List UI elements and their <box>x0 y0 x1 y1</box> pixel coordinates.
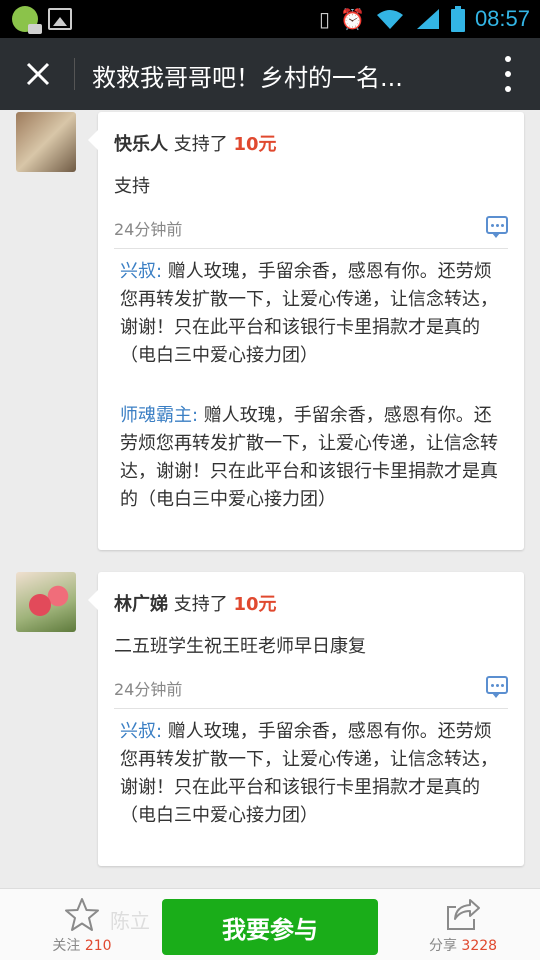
support-action: 支持了 <box>168 134 234 155</box>
star-icon <box>65 898 99 931</box>
share-label: 分享 3228 <box>428 938 498 954</box>
divider <box>114 248 508 249</box>
follow-label: 关注 210 <box>52 938 112 954</box>
vibrate-icon: ▯ <box>319 7 331 31</box>
support-list[interactable]: 快乐人 支持了 10元 支持 24分钟前 兴叔: 赠人玫瑰，手留余香，感恩有你。… <box>0 110 540 888</box>
avatar[interactable] <box>16 572 76 632</box>
support-message: 二五班学生祝王旺老师早日康复 <box>114 636 366 657</box>
support-amount: 10元 <box>233 594 277 615</box>
wechat-notification-icon <box>12 6 42 34</box>
comment-icon[interactable] <box>486 216 508 238</box>
clock: 08:57 <box>474 6 530 31</box>
support-header: 快乐人 支持了 10元 <box>114 130 277 156</box>
list-item: 林广娣 支持了 10元 二五班学生祝王旺老师早日康复 24分钟前 兴叔: 赠人玫… <box>0 572 540 872</box>
reply-author[interactable]: 兴叔: <box>120 261 162 282</box>
follow-button[interactable]: 关注 210 <box>46 895 118 957</box>
bottom-action-bar: 陈立 关注 210 我要参与 分享 3228 <box>0 888 540 960</box>
reply[interactable]: 兴叔: 赠人玫瑰，手留余香，感恩有你。还劳烦您再转发扩散一下，让爱心传递，让信念… <box>120 718 504 830</box>
page-title: 救救我哥哥吧！乡村的一名... <box>92 64 403 92</box>
support-header: 林广娣 支持了 10元 <box>114 590 277 616</box>
timestamp: 24分钟前 <box>114 680 183 699</box>
support-card: 快乐人 支持了 10元 支持 24分钟前 兴叔: 赠人玫瑰，手留余香，感恩有你。… <box>88 112 524 550</box>
divider <box>114 708 508 709</box>
support-action: 支持了 <box>168 594 234 615</box>
close-button[interactable] <box>18 54 58 94</box>
supporter-name[interactable]: 林广娣 <box>114 594 168 615</box>
support-message: 支持 <box>114 176 150 197</box>
list-item: 快乐人 支持了 10元 支持 24分钟前 兴叔: 赠人玫瑰，手留余香，感恩有你。… <box>0 110 540 560</box>
share-button[interactable]: 分享 3228 <box>418 895 508 957</box>
reply[interactable]: 师魂霸主: 赠人玫瑰，手留余香，感恩有你。还劳烦您再转发扩散一下，让爱心传递，让… <box>120 402 504 514</box>
avatar[interactable] <box>16 112 76 172</box>
support-amount: 10元 <box>233 134 277 155</box>
follow-count: 210 <box>84 938 112 954</box>
header-divider <box>74 58 75 90</box>
more-vertical-icon <box>505 56 511 62</box>
signal-icon <box>416 9 439 29</box>
reply-author[interactable]: 师魂霸主: <box>120 405 198 426</box>
comment-icon[interactable] <box>486 676 508 698</box>
image-notification-icon <box>48 8 72 30</box>
more-options-button[interactable] <box>502 56 514 92</box>
share-count: 3228 <box>461 938 498 954</box>
supporter-name[interactable]: 快乐人 <box>114 134 168 155</box>
reply-text: 赠人玫瑰，手留余香，感恩有你。还劳烦您再转发扩散一下，让爱心传递，让信念转达，谢… <box>120 721 498 826</box>
reply-author[interactable]: 兴叔: <box>120 721 162 742</box>
wifi-icon <box>376 10 403 29</box>
close-icon <box>26 62 50 86</box>
title-bar: 救救我哥哥吧！乡村的一名... <box>0 38 540 110</box>
battery-icon <box>450 6 465 32</box>
status-bar: ▯ ⏰ 08:57 <box>0 0 540 38</box>
alarm-icon: ⏰ <box>340 7 365 31</box>
reply[interactable]: 兴叔: 赠人玫瑰，手留余香，感恩有你。还劳烦您再转发扩散一下，让爱心传递，让信念… <box>120 258 504 370</box>
notification-icons <box>12 6 72 34</box>
share-icon <box>447 899 480 930</box>
reply-text: 赠人玫瑰，手留余香，感恩有你。还劳烦您再转发扩散一下，让爱心传递，让信念转达，谢… <box>120 261 498 366</box>
join-button[interactable]: 我要参与 <box>162 899 378 955</box>
timestamp: 24分钟前 <box>114 220 183 239</box>
status-icons: ▯ ⏰ 08:57 <box>319 6 530 32</box>
support-card: 林广娣 支持了 10元 二五班学生祝王旺老师早日康复 24分钟前 兴叔: 赠人玫… <box>88 572 524 866</box>
